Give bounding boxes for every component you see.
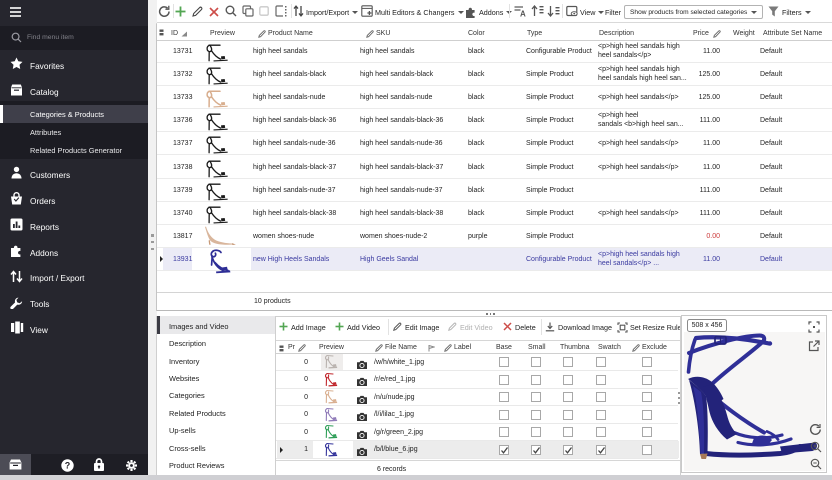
svg-text:?: ? — [65, 460, 71, 470]
svg-text:A: A — [520, 10, 526, 18]
